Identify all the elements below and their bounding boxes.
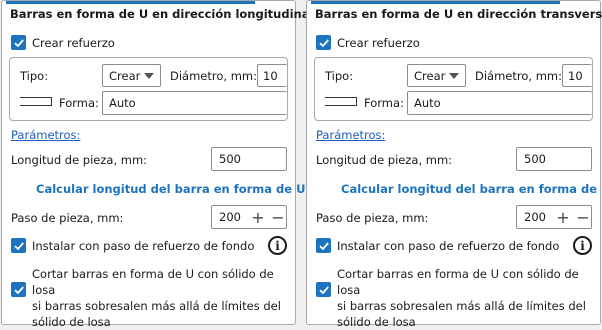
instalar-label: Instalar con paso de refuerzo de fondo [337,239,560,253]
panel-accent-bar [311,1,560,4]
longitud-label: Longitud de pieza, mm: [11,153,148,167]
paso-label: Paso de pieza, mm: [316,211,429,225]
diametro-select[interactable]: 10 [562,64,592,87]
instalar-checkbox[interactable] [316,238,331,253]
longitud-input[interactable]: 500 [211,147,287,171]
diametro-select[interactable]: 10 [257,64,287,87]
info-icon[interactable]: i [268,236,287,255]
reinforcement-group: Tipo: Crear Diámetro, mm: 10 Forma: Auto [314,57,593,121]
u-shape-icon [325,97,357,106]
check-icon [318,38,329,47]
crear-refuerzo-label: Crear refuerzo [337,36,420,50]
paso-stepper[interactable]: 200 + − [211,205,287,229]
diametro-label: Diámetro, mm: [170,69,257,83]
cortar-checkbox[interactable] [11,282,26,297]
tipo-select-value: Crear [414,68,446,83]
paso-stepper-value: 200 [219,210,241,224]
cortar-label: Cortar barras en forma de U con sólido d… [32,266,295,330]
check-icon [13,285,24,294]
cortar-label-line: si barras sobresalen más allá de límites… [337,299,586,313]
longitud-input-value: 500 [219,152,241,166]
transversal-panel: Barras en forma de U en dirección transv… [306,0,602,329]
cortar-label-line: si barras sobresalen más allá de límites… [32,299,281,313]
forma-field-value: Auto [414,96,441,110]
crear-refuerzo-label: Crear refuerzo [32,36,115,50]
tipo-select-value: Crear [109,68,141,83]
cortar-label-line: Cortar barras en forma de U con sólido d… [32,267,274,297]
longitud-label: Longitud de pieza, mm: [316,153,453,167]
crear-refuerzo-checkbox[interactable] [316,35,331,50]
longitudinal-panel: Barras en forma de U en dirección longit… [1,0,313,329]
minus-icon[interactable]: − [268,207,288,227]
forma-field[interactable]: Auto [102,91,287,115]
calcular-longitud-button[interactable]: Calcular longitud del barra en forma de … [36,182,305,196]
cortar-label-line: Cortar barras en forma de U con sólido d… [337,267,579,297]
panel-accent-bar [6,1,255,4]
diametro-select-value: 10 [568,68,583,83]
paso-stepper-value: 200 [524,210,546,224]
cortar-label-line: sólido de losa [337,315,416,329]
plus-icon[interactable]: + [553,207,573,227]
forma-field-value: Auto [109,96,136,110]
forma-label: Forma: [59,96,99,110]
plus-icon[interactable]: + [248,207,268,227]
chevron-down-icon [449,73,459,79]
cortar-label: Cortar barras en forma de U con sólido d… [337,266,600,330]
longitud-input-value: 500 [524,152,546,166]
tipo-label: Tipo: [325,69,354,83]
forma-label: Forma: [364,96,404,110]
check-icon [13,241,24,250]
minus-icon[interactable]: − [573,207,593,227]
calcular-longitud-button[interactable]: Calcular longitud del barra en forma de … [341,182,602,196]
check-icon [13,38,24,47]
cortar-label-line: sólido de losa [32,315,111,329]
chevron-down-icon [144,73,154,79]
longitud-input[interactable]: 500 [516,147,592,171]
tipo-select[interactable]: Crear [102,64,161,87]
check-icon [318,241,329,250]
cortar-checkbox[interactable] [316,282,331,297]
panel-title: Barras en forma de U en dirección longit… [10,7,314,21]
crear-refuerzo-checkbox[interactable] [11,35,26,50]
check-icon [318,285,329,294]
paso-label: Paso de pieza, mm: [11,211,124,225]
tipo-label: Tipo: [20,69,49,83]
u-shape-icon [20,97,52,106]
panel-title: Barras en forma de U en dirección transv… [315,7,602,21]
instalar-label: Instalar con paso de refuerzo de fondo [32,239,255,253]
parametros-link[interactable]: Parámetros: [316,128,385,142]
diametro-select-value: 10 [263,68,278,83]
tipo-select[interactable]: Crear [407,64,466,87]
diametro-label: Diámetro, mm: [475,69,562,83]
parametros-link[interactable]: Parámetros: [11,128,80,142]
instalar-checkbox[interactable] [11,238,26,253]
forma-field[interactable]: Auto [407,91,592,115]
reinforcement-group: Tipo: Crear Diámetro, mm: 10 Forma: Auto [9,57,288,121]
info-icon[interactable]: i [573,236,592,255]
paso-stepper[interactable]: 200 + − [516,205,592,229]
